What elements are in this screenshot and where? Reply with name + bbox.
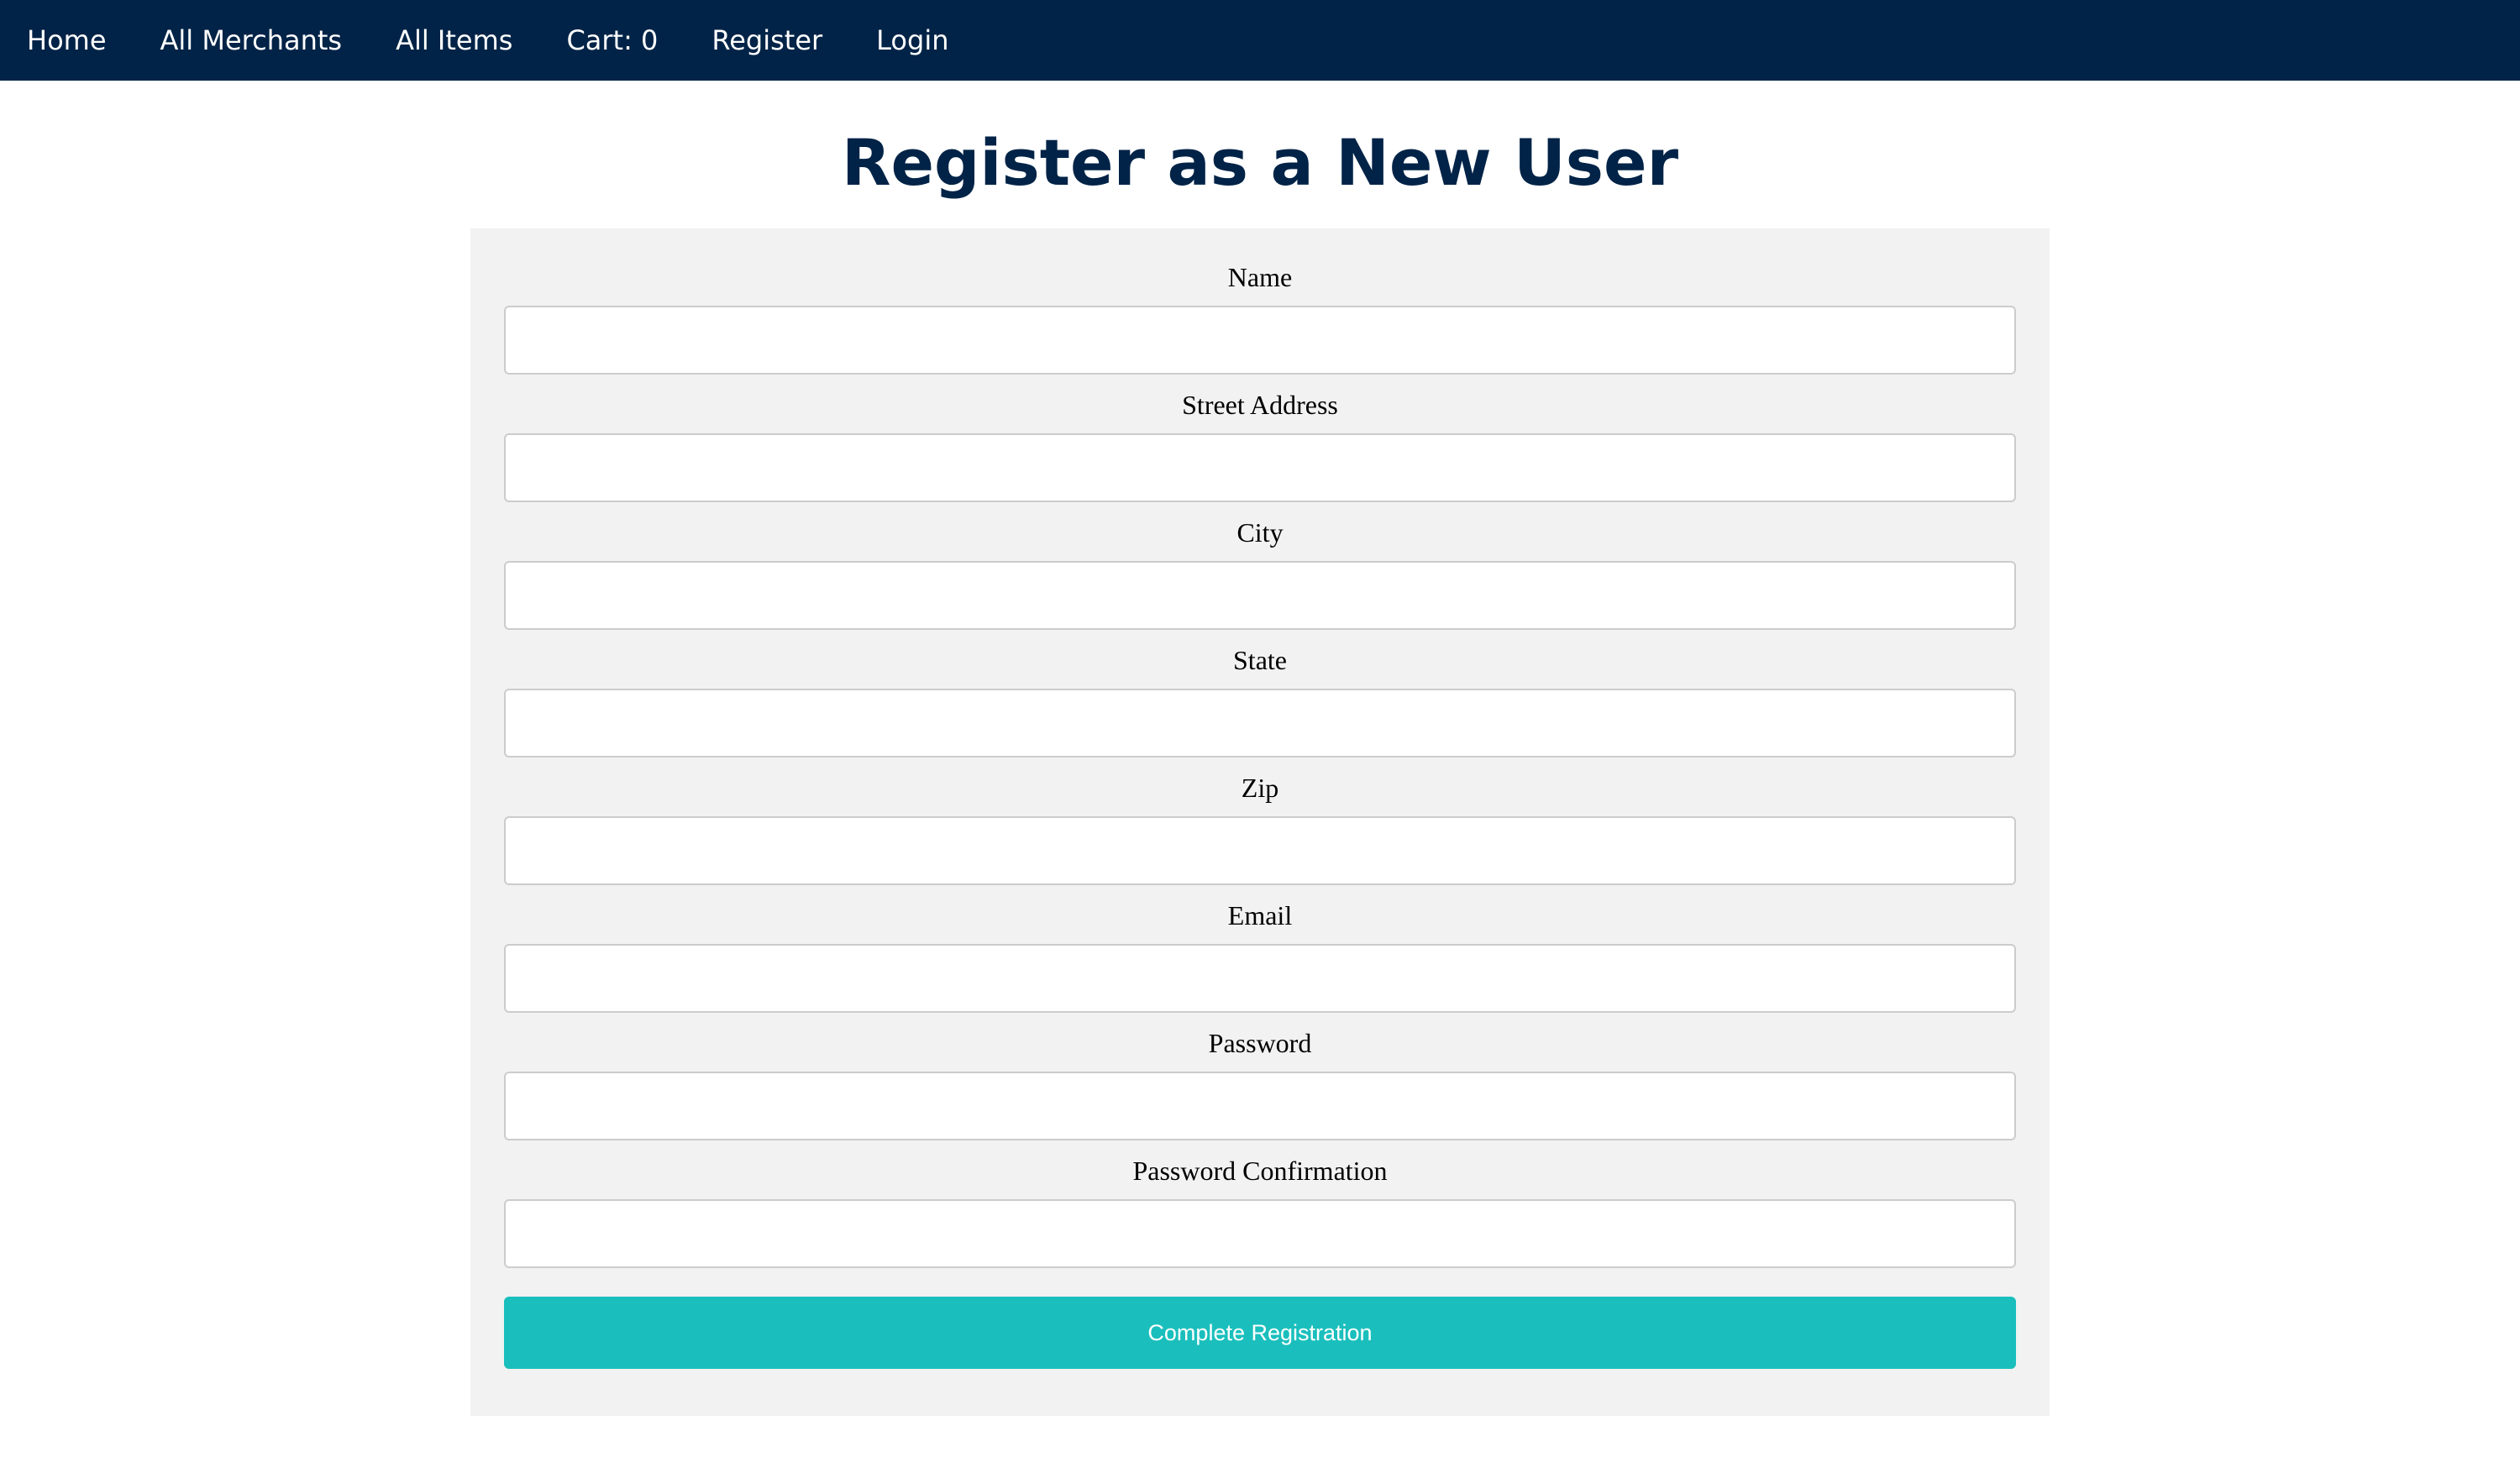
nav-login-link[interactable]: Login [876, 24, 948, 56]
street-address-input[interactable] [504, 433, 2016, 502]
state-input[interactable] [504, 689, 2016, 757]
page-title: Register as a New User [841, 125, 1679, 200]
zip-label: Zip [1241, 773, 1279, 803]
street-address-label: Street Address [1182, 390, 1338, 420]
nav-cart-link[interactable]: Cart: 0 [566, 24, 658, 56]
nav-register-link[interactable]: Register [711, 24, 822, 56]
city-label: City [1236, 517, 1284, 548]
email-input[interactable] [504, 944, 2016, 1013]
password-label: Password [1208, 1028, 1312, 1058]
city-input[interactable] [504, 561, 2016, 630]
name-input[interactable] [504, 306, 2016, 375]
nav-home-link[interactable]: Home [27, 24, 107, 56]
nav-all-items-link[interactable]: All Items [396, 24, 512, 56]
state-label: State [1233, 645, 1287, 675]
name-label: Name [1227, 262, 1293, 292]
password-confirmation-input[interactable] [504, 1199, 2016, 1268]
top-navbar: Home All Merchants All Items Cart: 0 Reg… [0, 0, 2520, 81]
email-label: Email [1227, 900, 1293, 930]
zip-input[interactable] [504, 816, 2016, 885]
password-input[interactable] [504, 1072, 2016, 1140]
complete-registration-button[interactable]: Complete Registration [504, 1297, 2016, 1369]
password-confirmation-label: Password Confirmation [1132, 1156, 1388, 1186]
nav-all-merchants-link[interactable]: All Merchants [160, 24, 343, 56]
registration-form: Name Street Address City State Zip Email… [470, 228, 2050, 1416]
